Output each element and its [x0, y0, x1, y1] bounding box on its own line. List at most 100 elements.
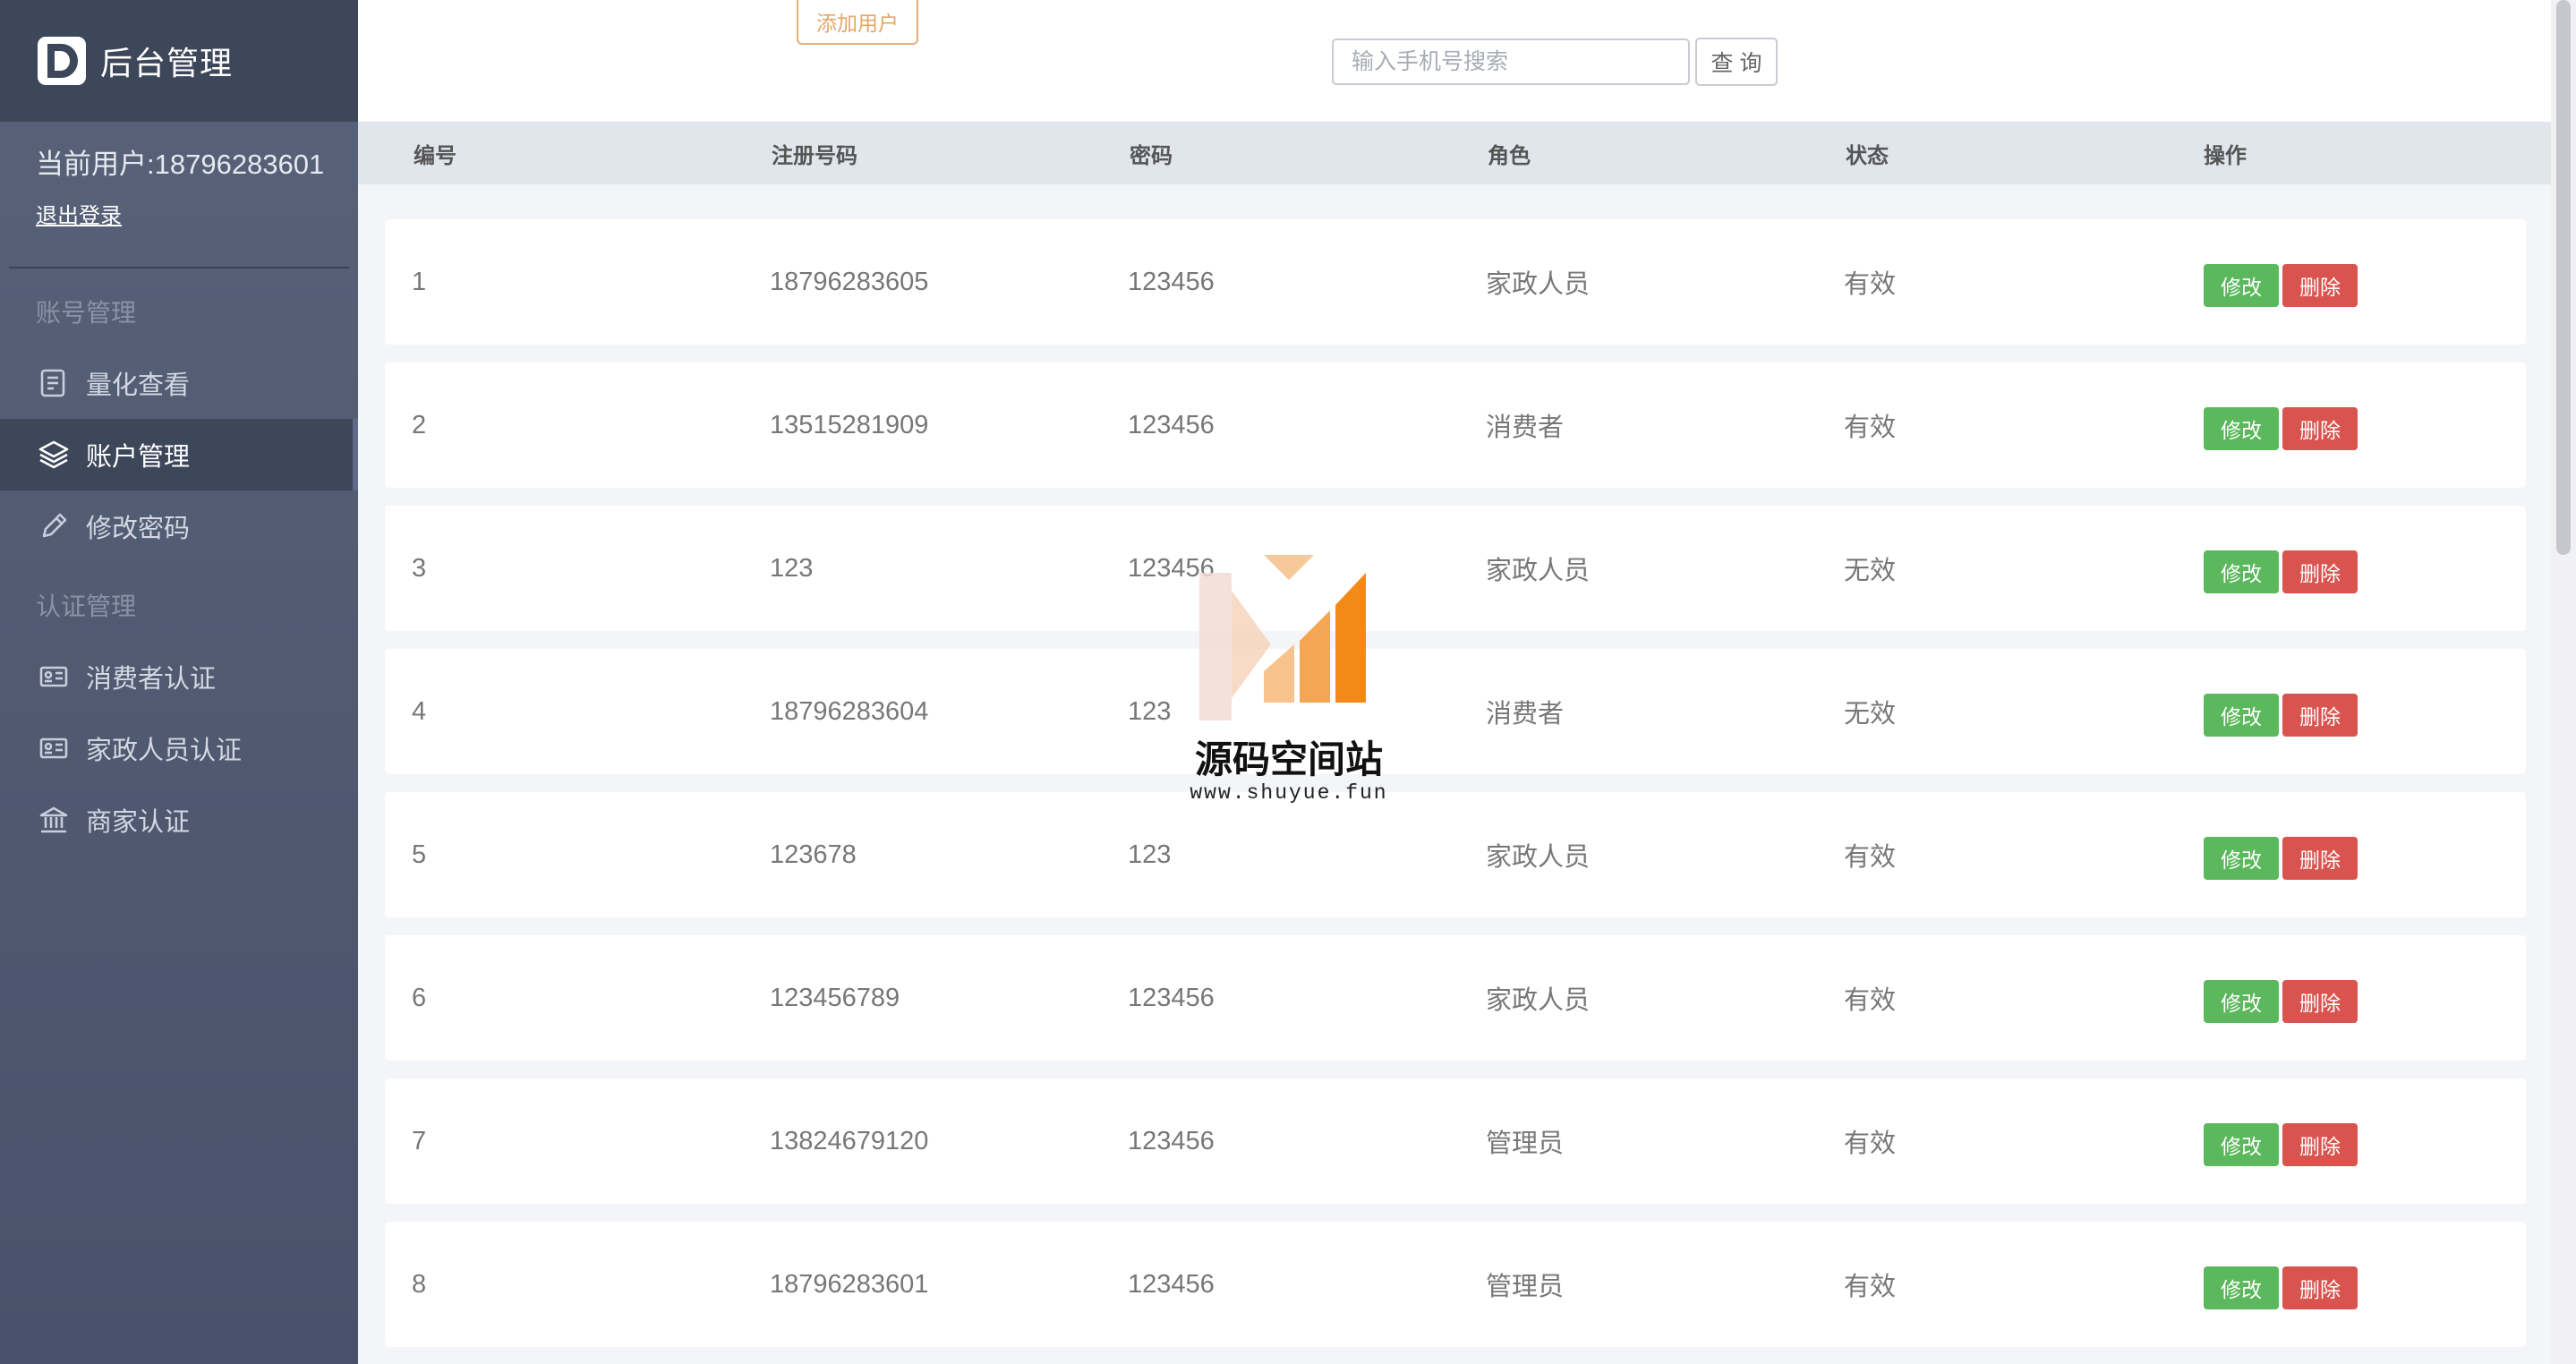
- cell-password: 123: [1128, 696, 1172, 726]
- delete-button[interactable]: 删除: [2282, 264, 2358, 307]
- cell-phone: 18796283601: [770, 1269, 929, 1299]
- brand-title: 后台管理: [100, 45, 234, 81]
- watermark: 源码空间站 www.shuyue.fun: [1181, 555, 1396, 814]
- sidebar-item-label: 消费者认证: [86, 665, 217, 694]
- cell-status: 有效: [1844, 413, 1897, 442]
- cell-role: 管理员: [1486, 1273, 1565, 1301]
- cell-role: 家政人员: [1486, 843, 1591, 872]
- cell-id: 8: [412, 1269, 427, 1299]
- table-row: 3 123 123456 家政人员 无效 修改 删除: [385, 506, 2526, 631]
- column-header-status: 状态: [1846, 143, 1889, 168]
- table-row: 6 123456789 123456 家政人员 有效 修改 删除: [385, 935, 2526, 1061]
- user-info: 当前用户:18796283601 退出登录: [36, 141, 324, 229]
- logout-link[interactable]: 退出登录: [36, 198, 122, 229]
- sidebar-item-label: 商家认证: [86, 808, 191, 837]
- cell-role: 家政人员: [1486, 986, 1591, 1015]
- watermark-logo-icon: [1199, 555, 1366, 720]
- cell-id: 1: [412, 267, 427, 296]
- scrollbar-thumb[interactable]: [2556, 0, 2571, 555]
- cell-phone: 18796283605: [770, 267, 929, 296]
- delete-button[interactable]: 删除: [2282, 1123, 2358, 1166]
- edit-button[interactable]: 修改: [2204, 550, 2279, 593]
- cell-role: 消费者: [1486, 413, 1565, 442]
- sidebar-item-accounts[interactable]: 账户管理: [0, 419, 358, 490]
- table-row: 7 13824679120 123456 管理员 有效 修改 删除: [385, 1078, 2526, 1204]
- toolbar: 添加用户 查 询: [358, 0, 2551, 122]
- cell-status: 有效: [1844, 843, 1897, 872]
- table-row: 1 18796283605 123456 家政人员 有效 修改 删除: [385, 219, 2526, 345]
- sidebar-item-consumer-verify[interactable]: 消费者认证: [0, 641, 358, 712]
- edit-button[interactable]: 修改: [2204, 1266, 2279, 1309]
- current-user: 当前用户:18796283601: [36, 149, 325, 180]
- sidebar-item-housekeeper-verify[interactable]: 家政人员认证: [0, 712, 358, 784]
- watermark-url: www.shuyue.fun: [1190, 781, 1388, 805]
- query-button[interactable]: 查 询: [1695, 38, 1778, 86]
- sidebar-item-stats[interactable]: 量化查看: [0, 347, 358, 419]
- delete-button[interactable]: 删除: [2282, 550, 2358, 593]
- sidebar-item-label: 账户管理: [86, 443, 191, 472]
- pencil-icon: [36, 508, 72, 544]
- cell-role: 家政人员: [1486, 557, 1591, 585]
- phone-search-input[interactable]: [1332, 38, 1690, 85]
- column-header-role: 角色: [1488, 143, 1531, 168]
- sidebar-item-label: 家政人员认证: [86, 737, 243, 765]
- edit-button[interactable]: 修改: [2204, 980, 2279, 1023]
- nav-group-account: 账号管理: [36, 299, 137, 327]
- brand-logo-icon: [38, 37, 86, 85]
- cell-id: 2: [412, 410, 427, 439]
- cell-status: 无效: [1844, 700, 1897, 729]
- watermark-title: 源码空间站: [1194, 738, 1383, 780]
- layers-icon: [36, 437, 72, 473]
- delete-button[interactable]: 删除: [2282, 1266, 2358, 1309]
- delete-button[interactable]: 删除: [2282, 407, 2358, 450]
- sidebar-item-label: 修改密码: [86, 515, 191, 543]
- cell-id: 5: [412, 840, 427, 869]
- column-header-password: 密码: [1130, 143, 1173, 168]
- bank-icon: [36, 802, 72, 838]
- column-header-actions: 操作: [2204, 143, 2247, 168]
- cell-password: 123456: [1128, 1269, 1215, 1299]
- report-icon: [36, 365, 72, 401]
- cell-role: 管理员: [1486, 1130, 1565, 1158]
- cell-phone: 18796283604: [770, 696, 929, 726]
- sidebar-item-label: 量化查看: [86, 371, 191, 400]
- cell-phone: 13824679120: [770, 1126, 929, 1155]
- sidebar-item-merchant-verify[interactable]: 商家认证: [0, 784, 358, 856]
- cell-id: 7: [412, 1126, 427, 1155]
- sidebar: 后台管理 当前用户:18796283601 退出登录 账号管理 量化查看 账户管…: [0, 0, 358, 1364]
- cell-phone: 13515281909: [770, 410, 929, 439]
- edit-button[interactable]: 修改: [2204, 264, 2279, 307]
- delete-button[interactable]: 删除: [2282, 694, 2358, 737]
- delete-button[interactable]: 删除: [2282, 980, 2358, 1023]
- table-row: 2 13515281909 123456 消费者 有效 修改 删除: [385, 362, 2526, 488]
- cell-password: 123456: [1128, 267, 1215, 296]
- cell-status: 有效: [1844, 1130, 1897, 1158]
- cell-status: 有效: [1844, 1273, 1897, 1301]
- sidebar-divider: [9, 267, 349, 269]
- edit-button[interactable]: 修改: [2204, 407, 2279, 450]
- cell-status: 有效: [1844, 270, 1897, 299]
- edit-button[interactable]: 修改: [2204, 694, 2279, 737]
- edit-button[interactable]: 修改: [2204, 1123, 2279, 1166]
- column-header-phone: 注册号码: [772, 143, 857, 168]
- column-header-id: 编号: [414, 143, 456, 168]
- id-card-icon: [36, 659, 72, 695]
- table-row: 4 18796283604 123 消费者 无效 修改 删除: [385, 649, 2526, 774]
- cell-password: 123456: [1128, 1126, 1215, 1155]
- table-row: 8 18796283601 123456 管理员 有效 修改 删除: [385, 1222, 2526, 1347]
- cell-id: 3: [412, 553, 427, 583]
- cell-status: 无效: [1844, 557, 1897, 585]
- table-row: 5 123678 123 家政人员 有效 修改 删除: [385, 792, 2526, 917]
- sidebar-item-password[interactable]: 修改密码: [0, 490, 358, 562]
- table-header: 编号 注册号码 密码 角色 状态 操作: [358, 122, 2553, 184]
- edit-button[interactable]: 修改: [2204, 837, 2279, 880]
- cell-role: 家政人员: [1486, 270, 1591, 299]
- cell-id: 6: [412, 983, 427, 1012]
- id-card-icon: [36, 730, 72, 766]
- nav-group-verification: 认证管理: [36, 592, 137, 620]
- cell-status: 有效: [1844, 986, 1897, 1015]
- cell-password: 123456: [1128, 983, 1215, 1012]
- add-user-button[interactable]: 添加用户: [797, 0, 918, 45]
- delete-button[interactable]: 删除: [2282, 837, 2358, 880]
- cell-password: 123: [1128, 840, 1172, 869]
